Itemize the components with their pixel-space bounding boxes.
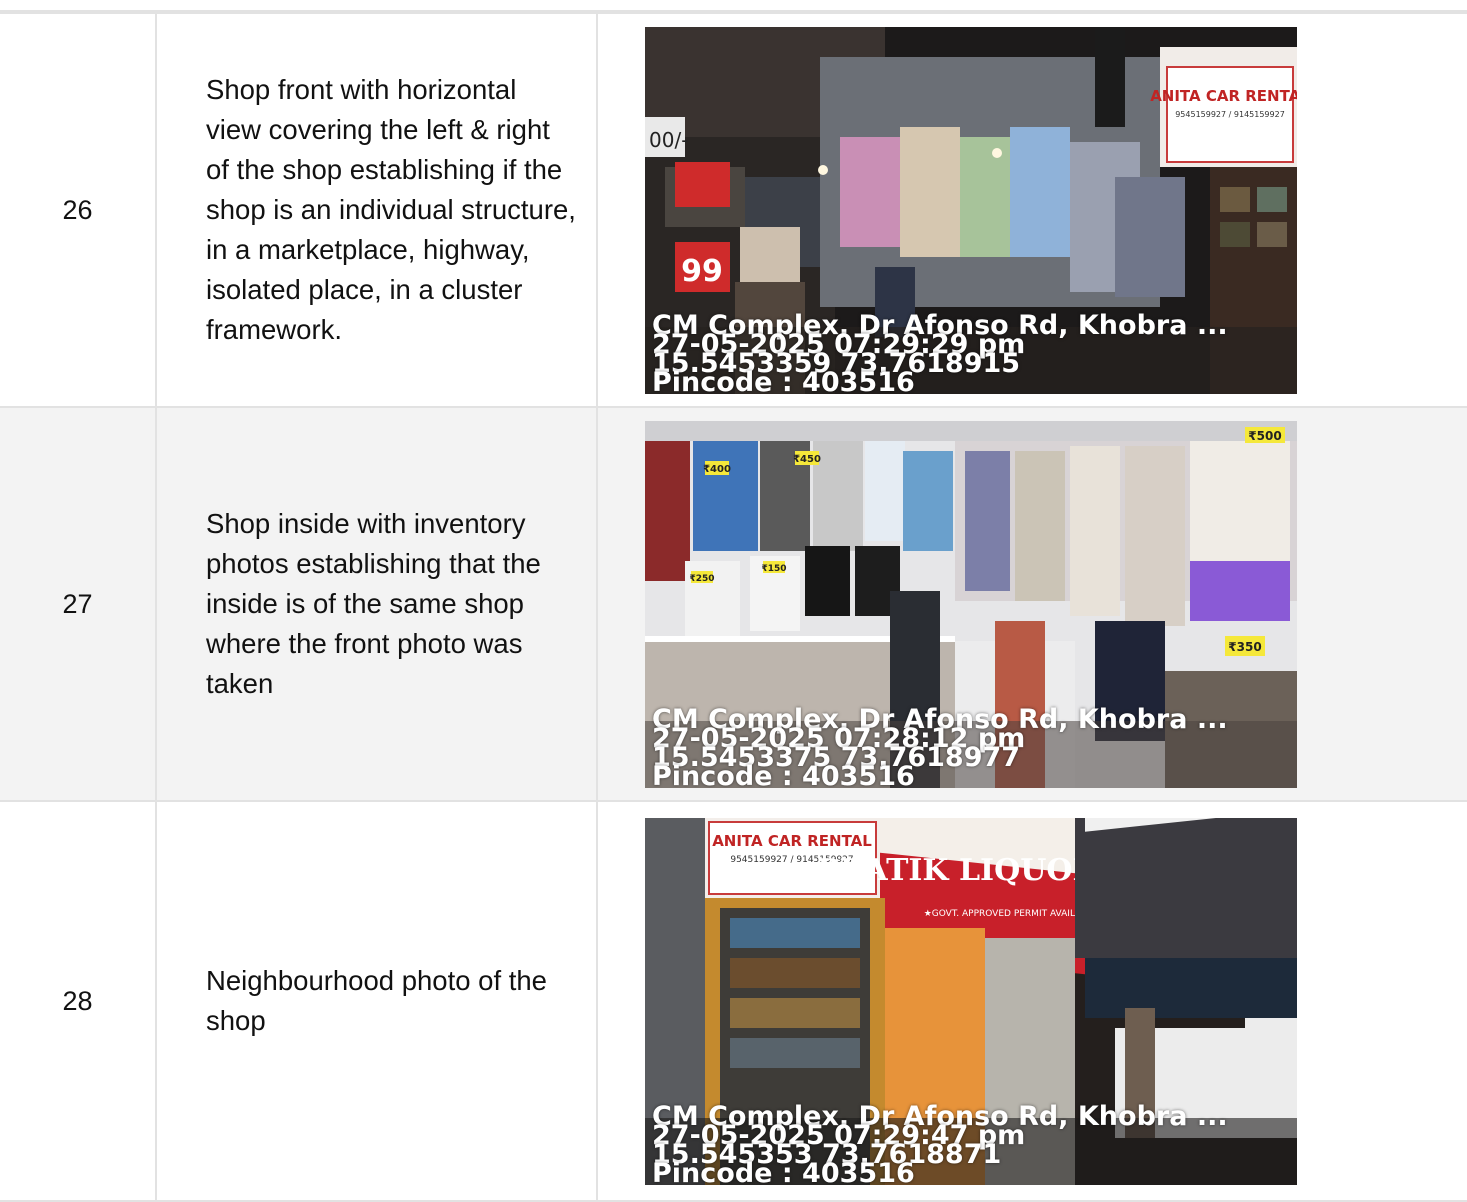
price-tag-250: ₹250: [689, 574, 714, 584]
table-row: 26 Shop front with horizontal view cover…: [0, 12, 1467, 408]
rental-sign-title: ANITA CAR RENTAL: [1150, 87, 1297, 105]
photo-geotag-stamp: CM Complex, Dr Afonso Rd, Khobra ... 27-…: [652, 312, 1228, 394]
table-row: 27 Shop inside with inventory photos est…: [0, 406, 1467, 802]
row-number: 26: [0, 12, 157, 408]
rental-sign-phone: 9545159927 / 9145159927: [1175, 110, 1285, 119]
price-tag-450: ₹450: [793, 454, 821, 465]
row-description: Neighbourhood photo of the shop: [155, 800, 598, 1202]
price-tag-400: ₹400: [703, 464, 731, 475]
price-sign-left: 00/-: [649, 128, 688, 152]
photo-cell: ₹400 ₹450 ₹250 ₹150 ₹500 ₹350 CM Complex…: [596, 406, 1467, 802]
row-number: 27: [0, 406, 157, 802]
shop-inside-photo[interactable]: ₹400 ₹450 ₹250 ₹150 ₹500 ₹350 CM Complex…: [645, 420, 1297, 788]
price-tag-150: ₹150: [761, 564, 786, 574]
row-description: Shop front with horizontal view covering…: [155, 12, 598, 408]
price-tag-350: ₹350: [1228, 640, 1261, 654]
photo-geotag-stamp: CM Complex, Dr Afonso Rd, Khobra ... 27-…: [652, 1103, 1228, 1185]
neighbourhood-photo[interactable]: ANITA CAR RENTAL 9545159927 / 9145159927…: [645, 817, 1297, 1185]
row-description: Shop inside with inventory photos establ…: [155, 406, 598, 802]
shop-front-photo[interactable]: ANITA CAR RENTAL 9545159927 / 9145159927…: [645, 26, 1297, 394]
verification-table: 26 Shop front with horizontal view cover…: [0, 12, 1467, 1202]
price-tag-99: 99: [681, 254, 723, 289]
rental-sign-title: ANITA CAR RENTAL: [712, 832, 872, 850]
photo-cell: ANITA CAR RENTAL 9545159927 / 9145159927…: [596, 800, 1467, 1202]
price-tag-500: ₹500: [1248, 429, 1281, 443]
table-row: 28 Neighbourhood photo of the shop ANITA…: [0, 800, 1467, 1202]
photo-cell: ANITA CAR RENTAL 9545159927 / 9145159927…: [596, 12, 1467, 408]
row-number: 28: [0, 800, 157, 1202]
photo-geotag-stamp: CM Complex, Dr Afonso Rd, Khobra ... 27-…: [652, 706, 1228, 788]
